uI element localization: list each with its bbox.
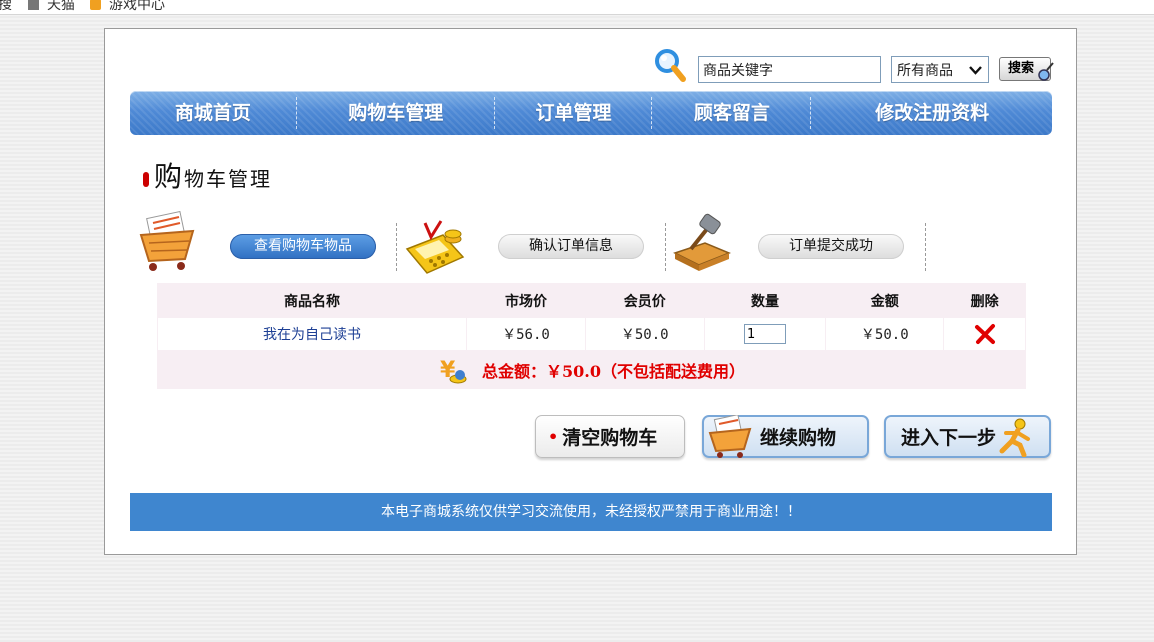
magnifier-icon <box>655 49 686 82</box>
search-button-label: 搜索 <box>1008 61 1035 76</box>
shopping-cart-icon <box>139 211 195 271</box>
main-nav: 商城首页 购物车管理 订单管理 顾客留言 修改注册资料 <box>130 91 1052 135</box>
cart-table: 商品名称 市场价 会员价 数量 金额 删除 我在为自己读书 ￥56.0 ￥50.… <box>157 283 1026 389</box>
total-amount: 总金额：￥50.0（不包括配送费用） <box>482 362 745 381</box>
delete-cell <box>944 318 1025 350</box>
quantity-input[interactable] <box>744 324 786 344</box>
search-button[interactable]: 搜索 <box>999 57 1054 81</box>
clear-cart-button[interactable]: • 清空购物车 <box>535 415 685 458</box>
bookmark-label: 天猫 <box>47 0 75 13</box>
delete-x-icon[interactable] <box>974 323 996 345</box>
red-dot-icon: • <box>548 427 559 446</box>
continue-shopping-label: 继续购物 <box>760 427 837 449</box>
page-title: 购 物车管理 <box>143 161 272 193</box>
quantity-cell <box>704 318 826 350</box>
continue-shopping-button[interactable]: 继续购物 <box>702 414 869 458</box>
bookmark-item[interactable]: 搜 <box>0 0 12 14</box>
tmall-icon <box>28 0 39 10</box>
nav-item-home[interactable]: 商城首页 <box>130 97 296 129</box>
next-step-label: 进入下一步 <box>901 427 997 449</box>
clear-cart-label: 清空购物车 <box>562 427 658 449</box>
col-header-quantity: 数量 <box>704 284 826 317</box>
bookmark-item-tmall[interactable]: 天猫 <box>28 0 75 14</box>
col-header-market-price: 市场价 <box>467 284 585 317</box>
col-header-amount: 金额 <box>826 284 944 317</box>
category-select[interactable]: 所有商品 <box>891 56 989 83</box>
bookmark-label: 搜 <box>0 0 12 14</box>
step-separator <box>925 223 927 271</box>
search-input[interactable] <box>698 56 881 83</box>
member-price-cell: ￥50.0 <box>585 318 704 350</box>
step-confirm-order[interactable]: 确认订单信息 <box>498 234 644 259</box>
step-separator <box>396 223 398 271</box>
col-header-member-price: 会员价 <box>585 284 704 317</box>
market-price-cell: ￥56.0 <box>467 318 585 350</box>
cart-mini-icon <box>708 414 752 458</box>
gavel-icon <box>673 213 731 271</box>
col-header-name: 商品名称 <box>158 284 467 317</box>
chevron-down-icon <box>969 66 982 75</box>
nav-item-orders[interactable]: 订单管理 <box>496 97 652 129</box>
step-separator <box>665 223 667 271</box>
product-name-link[interactable]: 我在为自己读书 <box>158 318 467 350</box>
title-bullet <box>143 172 149 187</box>
search-mini-icon <box>1038 62 1054 81</box>
table-row: 我在为自己读书 ￥56.0 ￥50.0 ￥50.0 <box>158 318 1025 350</box>
main-panel: 所有商品 搜索 商城首页 购物车管理 订单管理 顾客留言 修改注册资料 购 物车… <box>104 28 1077 555</box>
category-selected-label: 所有商品 <box>897 62 953 79</box>
table-header-row: 商品名称 市场价 会员价 数量 金额 删除 <box>158 284 1025 317</box>
bookmark-bar: 搜 天猫 游戏中心 <box>0 0 1154 15</box>
title-first-char: 购 <box>154 160 183 193</box>
nav-item-messages[interactable]: 顾客留言 <box>653 97 810 129</box>
col-header-delete: 删除 <box>944 284 1025 317</box>
step-order-submitted[interactable]: 订单提交成功 <box>758 234 904 259</box>
bookmark-item-game-center[interactable]: 游戏中心 <box>90 0 165 14</box>
nav-item-cart[interactable]: 购物车管理 <box>298 97 494 129</box>
title-rest: 物车管理 <box>184 167 273 191</box>
amount-cell: ￥50.0 <box>826 318 944 350</box>
next-step-button[interactable]: 进入下一步 <box>884 415 1051 458</box>
total-row: ¥ 总金额：￥50.0（不包括配送费用） <box>157 351 1026 389</box>
footer-notice: 本电子商城系统仅供学习交流使用，未经授权严禁用于商业用途！！ <box>130 493 1052 531</box>
nav-item-edit-profile[interactable]: 修改注册资料 <box>812 97 1052 129</box>
game-center-icon <box>90 0 101 10</box>
bookmark-label: 游戏中心 <box>109 0 165 13</box>
calculator-icon <box>405 220 465 274</box>
step-view-cart[interactable]: 查看购物车物品 <box>230 234 376 259</box>
running-man-icon <box>999 418 1031 457</box>
yen-coin-icon: ¥ <box>440 358 467 384</box>
